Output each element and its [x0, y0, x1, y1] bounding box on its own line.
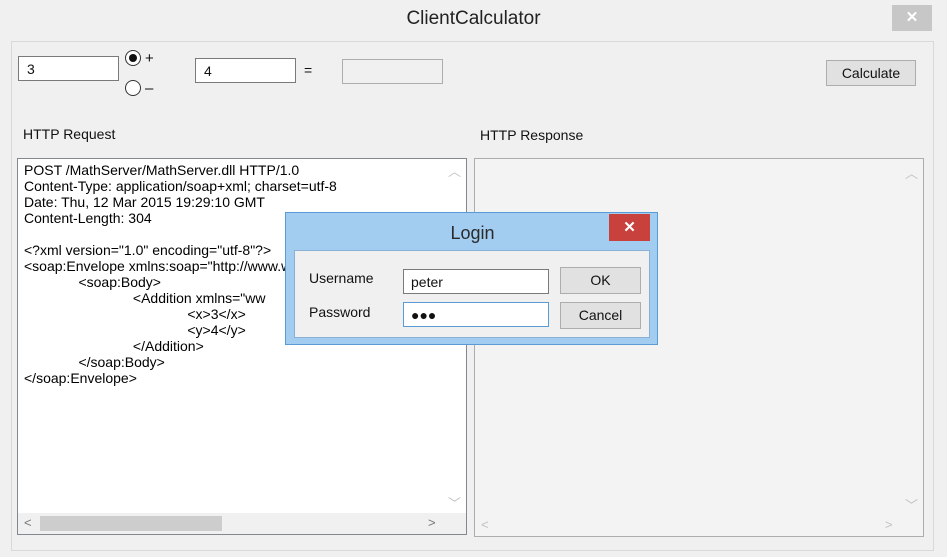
minus-radio[interactable] — [125, 80, 141, 96]
scroll-right-icon[interactable]: > — [428, 515, 436, 530]
plus-label: + — [145, 50, 154, 67]
horizontal-scroll-thumb[interactable] — [40, 516, 222, 531]
window-title: ClientCalculator — [406, 8, 541, 29]
login-dialog-title: Login — [450, 223, 495, 243]
close-icon: ✕ — [623, 219, 636, 236]
scroll-left-icon[interactable]: < — [24, 515, 32, 530]
cancel-button[interactable]: Cancel — [560, 302, 641, 329]
username-input[interactable]: peter — [403, 269, 549, 294]
login-dialog-body: Username peter OK Password ●●● Cancel — [294, 250, 650, 338]
operand1-input[interactable]: 3 — [18, 56, 119, 81]
ok-button[interactable]: OK — [560, 267, 641, 294]
request-line: Content-Type: application/soap+xml; char… — [24, 178, 337, 194]
scroll-up-icon[interactable]: ︿ — [448, 161, 461, 180]
calculate-button[interactable]: Calculate — [826, 60, 916, 86]
scroll-right-icon[interactable]: > — [885, 517, 893, 532]
minus-label: – — [145, 80, 154, 97]
equals-label: = — [304, 62, 313, 78]
request-line: </soap:Body> — [24, 354, 165, 370]
password-label: Password — [309, 304, 371, 320]
scroll-down-icon[interactable]: ﹀ — [448, 493, 461, 512]
scroll-up-icon[interactable]: ︿ — [905, 163, 918, 182]
request-line: </soap:Envelope> — [24, 370, 137, 386]
radio-selected-dot — [129, 54, 137, 62]
request-horizontal-scrollbar[interactable]: < > — [18, 513, 444, 534]
close-icon: ✕ — [905, 9, 919, 26]
http-response-label: HTTP Response — [480, 127, 584, 143]
password-input[interactable]: ●●● — [403, 302, 549, 327]
response-horizontal-scrollbar[interactable]: < > — [475, 515, 901, 536]
result-field — [342, 59, 443, 84]
http-request-label: HTTP Request — [23, 126, 116, 142]
window-close-button[interactable]: ✕ — [892, 5, 932, 31]
scroll-left-icon[interactable]: < — [481, 517, 489, 532]
operand2-input[interactable]: 4 — [195, 58, 296, 83]
plus-radio[interactable] — [125, 50, 141, 66]
login-close-button[interactable]: ✕ — [609, 214, 650, 241]
request-line: POST /MathServer/MathServer.dll HTTP/1.0 — [24, 162, 300, 178]
response-vertical-scrollbar[interactable]: ︿ ﹀ — [901, 159, 923, 515]
request-line: Date: Thu, 12 Mar 2015 19:29:10 GMT — [24, 194, 265, 210]
username-label: Username — [309, 270, 374, 286]
scrollbar-corner — [444, 513, 466, 534]
scroll-down-icon[interactable]: ﹀ — [905, 495, 918, 514]
login-dialog: Login ✕ Username peter OK Password ●●● C… — [285, 212, 658, 345]
